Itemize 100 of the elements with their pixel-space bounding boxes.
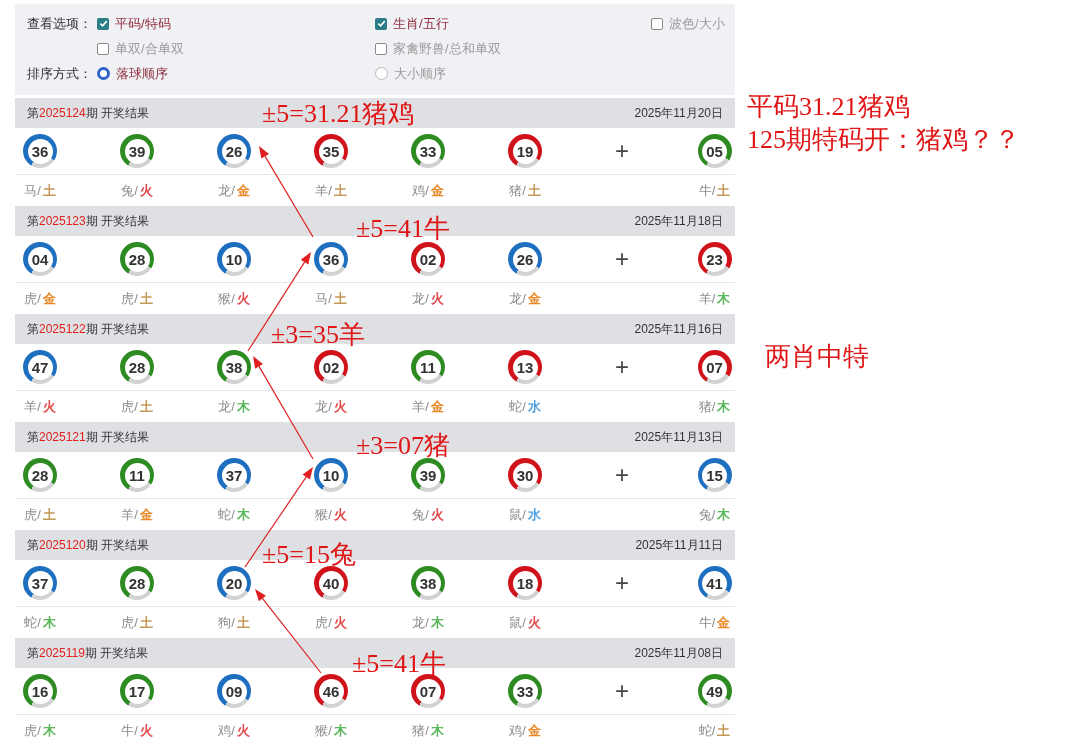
element-label: 金 (717, 613, 731, 632)
draw-title: 第2025121期 开奖结果 (27, 429, 150, 446)
element-label: 火 (333, 505, 347, 524)
element-label: 火 (430, 505, 444, 524)
zodiac-label: 蛇/ (218, 505, 235, 524)
element-label: 金 (139, 505, 153, 524)
zodiac-label: 猪/ (509, 181, 526, 200)
element-label: 火 (430, 289, 444, 308)
option-label[interactable]: 生肖/五行 (393, 13, 449, 34)
zodiac-label: 龙/ (218, 181, 235, 200)
element-label: 土 (139, 613, 153, 632)
zodiac-label: 鸡/ (218, 721, 235, 740)
zodiac-label: 兔/ (412, 505, 429, 524)
zodiac-label: 龙/ (315, 397, 332, 416)
element-label: 木 (42, 613, 56, 632)
element-label: 水 (527, 397, 541, 416)
zodiac-label: 龙/ (509, 289, 526, 308)
checkbox[interactable] (97, 42, 109, 55)
plus-sign: + (615, 247, 629, 271)
element-label: 土 (139, 397, 153, 416)
element-label: 火 (139, 181, 153, 200)
element-label: 土 (527, 181, 541, 200)
option-label[interactable]: 平码/特码 (115, 13, 171, 34)
option-label[interactable]: 单双/合单双 (115, 38, 184, 59)
element-label: 火 (333, 613, 347, 632)
draw-date: 2025年11月18日 (634, 213, 723, 230)
zodiac-label: 龙/ (412, 289, 429, 308)
element-label: 火 (333, 397, 347, 416)
annotation-text: ±3=07猪 (356, 433, 450, 459)
plus-sign: + (615, 679, 629, 703)
zodiac-label: 虎/ (121, 289, 138, 308)
draw-date: 2025年11月13日 (634, 429, 723, 446)
zodiac-label: 兔/ (121, 181, 138, 200)
element-label: 木 (236, 397, 250, 416)
draw-date: 2025年11月20日 (634, 105, 723, 122)
zodiac-label: 牛/ (121, 721, 138, 740)
zodiac-label: 羊/ (121, 505, 138, 524)
zodiac-label: 羊/ (315, 181, 332, 200)
option-label[interactable]: 落球顺序 (116, 63, 168, 84)
zodiac-label: 鸡/ (509, 721, 526, 740)
radio-button[interactable] (375, 67, 388, 80)
element-label: 木 (236, 505, 250, 524)
annotation-text: ±5=41牛 (352, 651, 446, 677)
annotation-text: ±5=31.21猪鸡 (262, 101, 415, 127)
annotation-text: ±3=35羊 (271, 322, 365, 348)
annotation-text: ±5=41牛 (356, 216, 450, 242)
zodiac-label: 猪/ (412, 721, 429, 740)
draw-title: 第2025120期 开奖结果 (27, 537, 150, 554)
draw-date: 2025年11月08日 (634, 645, 723, 662)
plus-sign: + (615, 463, 629, 487)
element-label: 金 (42, 289, 56, 308)
zodiac-label: 羊/ (412, 397, 429, 416)
radio-button[interactable] (97, 67, 110, 80)
draw-title: 第2025119期 开奖结果 (27, 645, 149, 662)
element-label: 金 (527, 721, 541, 740)
zodiac-label: 牛/ (698, 613, 716, 632)
zodiac-label: 狗/ (218, 613, 235, 632)
element-label: 木 (717, 397, 731, 416)
options-label: 查看选项： (27, 15, 93, 33)
element-label: 土 (333, 181, 347, 200)
element-label: 金 (527, 289, 541, 308)
option-label[interactable]: 波色/大小 (669, 13, 725, 34)
zodiac-label: 龙/ (412, 613, 429, 632)
option-label[interactable]: 家禽野兽/总和单双 (393, 38, 501, 59)
element-label: 水 (527, 505, 541, 524)
zodiac-label: 蛇/ (24, 613, 41, 632)
zodiac-label: 虎/ (24, 289, 41, 308)
checkbox[interactable] (375, 17, 387, 30)
element-label: 金 (430, 397, 444, 416)
element-label: 土 (717, 181, 731, 200)
zodiac-label: 猪/ (698, 397, 716, 416)
zodiac-label: 虎/ (121, 397, 138, 416)
checkbox[interactable] (651, 17, 663, 30)
element-label: 木 (42, 721, 56, 740)
draw-date: 2025年11月16日 (634, 321, 723, 338)
element-label: 土 (139, 289, 153, 308)
zodiac-label: 鸡/ (412, 181, 429, 200)
zodiac-label: 马/ (315, 289, 332, 308)
element-label: 土 (333, 289, 347, 308)
element-label: 火 (139, 721, 153, 740)
zodiac-label: 蛇/ (698, 721, 716, 740)
plus-sign: + (615, 355, 629, 379)
element-label: 土 (42, 181, 56, 200)
plus-sign: + (615, 139, 629, 163)
zodiac-label: 猴/ (315, 505, 332, 524)
zodiac-label: 猴/ (218, 289, 235, 308)
zodiac-label: 羊/ (698, 289, 716, 308)
option-label[interactable]: 大小顺序 (394, 63, 446, 84)
element-label: 木 (430, 721, 444, 740)
element-label: 土 (42, 505, 56, 524)
element-label: 木 (430, 613, 444, 632)
element-label: 金 (430, 181, 444, 200)
element-label: 火 (527, 613, 541, 632)
checkbox[interactable] (375, 42, 387, 55)
element-label: 木 (717, 289, 731, 308)
element-label: 火 (236, 721, 250, 740)
zodiac-label: 虎/ (315, 613, 332, 632)
zodiac-label: 鼠/ (509, 613, 526, 632)
checkbox[interactable] (97, 17, 109, 30)
zodiac-label: 鼠/ (509, 505, 526, 524)
